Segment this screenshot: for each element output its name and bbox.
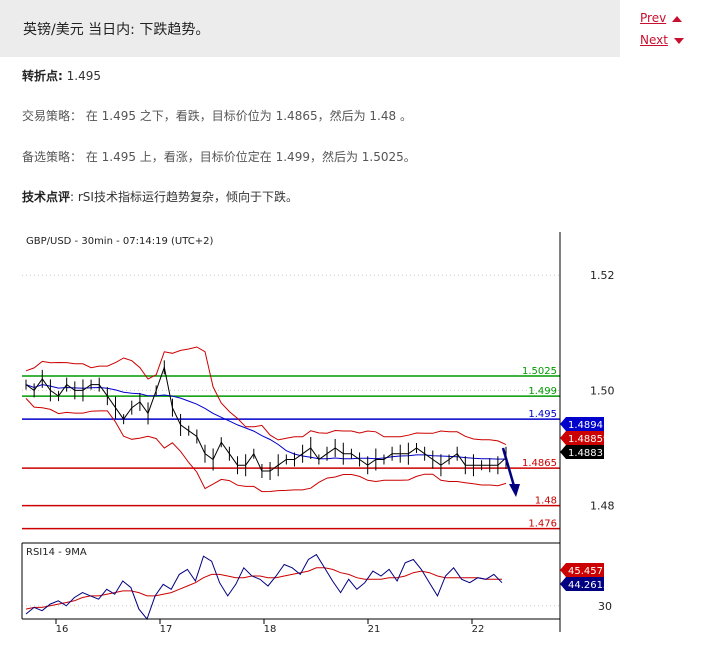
prev-link[interactable]: Prev <box>640 11 683 25</box>
triangle-down-icon <box>673 37 684 44</box>
triangle-up-icon <box>672 15 683 22</box>
comment-text: : rSI技术指标运行趋势复杂，倾向于下跌。 <box>70 190 298 204</box>
next-link[interactable]: Next <box>640 33 684 47</box>
x-tick-label: 22 <box>472 624 485 635</box>
bollinger-lower <box>25 398 507 493</box>
level-label: 1.4865 <box>522 458 557 469</box>
alternative-strategy: 备选策略： 在 1.495 上，看涨，目标价位定在 1.499，然后为 1.50… <box>22 150 416 164</box>
y-tick-label: 1.48 <box>590 500 615 513</box>
mid-band-tag-label: 1.48859 <box>568 434 609 445</box>
x-tick-label: 21 <box>368 624 381 635</box>
pivot-label: 转折点: <box>22 69 63 83</box>
level-label: 1.499 <box>528 386 557 397</box>
x-tick-label: 16 <box>56 624 69 635</box>
comment-label: 技术点评 <box>22 190 71 204</box>
rsi-ma-tag-label: 45.4571 <box>568 566 609 577</box>
next-label[interactable]: Next <box>640 33 668 47</box>
main-chart-title: GBP/USD - 30min - 07:14:19 (UTC+2) <box>26 236 213 247</box>
pivot-value: 1.495 <box>66 69 101 83</box>
upper-band-tag-label: 1.48941 <box>568 420 609 431</box>
grid <box>22 274 560 624</box>
last-price-tag-label: 1.4883 <box>568 448 603 459</box>
level-label: 1.48 <box>535 496 557 507</box>
x-tick-label: 18 <box>264 624 277 635</box>
pivot-line: 转折点: 1.495 <box>22 67 101 84</box>
x-tick-label: 17 <box>160 624 173 635</box>
y-tick-label: 1.52 <box>590 269 615 282</box>
rsi-chart-title: RSI14 - 9MA <box>26 547 87 558</box>
rsi-line <box>25 553 503 621</box>
page-header: 英镑/美元 当日内: 下跌趋势。 <box>0 0 620 57</box>
rsi-ma-line <box>25 567 502 610</box>
forecast-arrow-line <box>501 447 516 487</box>
level-label: 1.5025 <box>522 366 557 377</box>
level-label: 1.476 <box>528 519 557 530</box>
rsi-tick-label: 30 <box>598 600 612 613</box>
prev-label[interactable]: Prev <box>640 11 666 25</box>
price-series <box>25 346 507 621</box>
page-title: 英镑/美元 当日内: 下跌趋势。 <box>23 22 210 38</box>
gbpusd-chart: 1.5025 1.499 1.495 1.4865 1.48 1.476 GBP/USD … <box>21 232 615 635</box>
level-label: 1.495 <box>528 409 557 420</box>
axes <box>21 232 561 632</box>
technical-comment: 技术点评: rSI技术指标运行趋势复杂，倾向于下跌。 <box>22 188 298 205</box>
trading-strategy: 交易策略： 在 1.495 之下，看跌，目标价位为 1.4865，然后为 1.4… <box>22 109 412 123</box>
forecast-arrow-head-icon <box>509 484 520 497</box>
y-tick-label: 1.50 <box>590 384 615 397</box>
rsi-tag-label: 44.2613 <box>568 580 609 591</box>
chart-area: 1.5025 1.499 1.495 1.4865 1.48 1.476 GBP/USD … <box>0 230 701 641</box>
